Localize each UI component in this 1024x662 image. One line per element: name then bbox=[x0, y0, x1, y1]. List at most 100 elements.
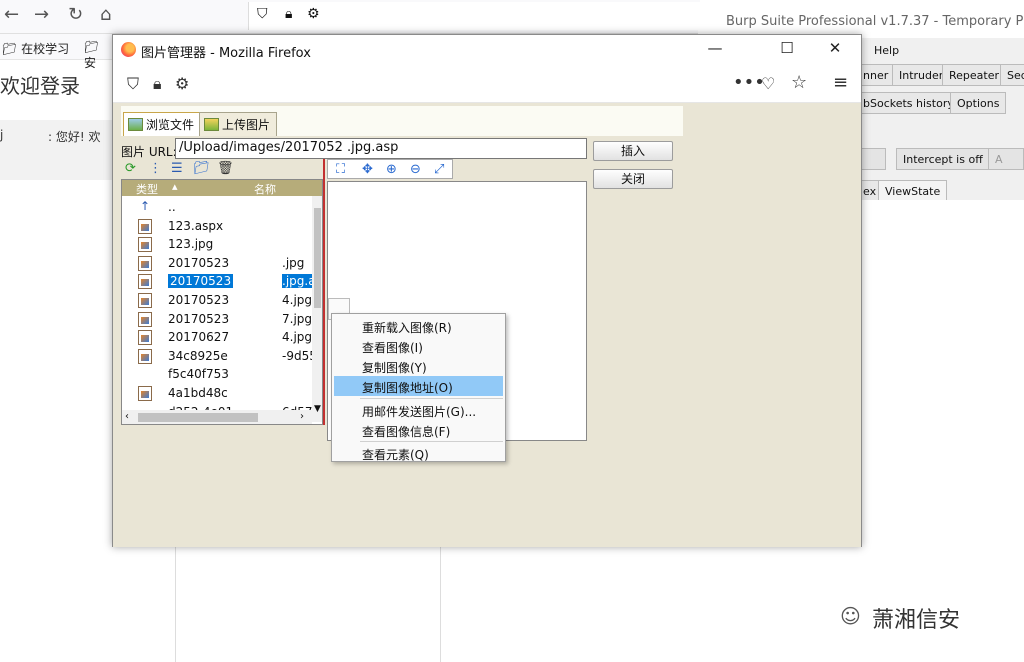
bookmark-item[interactable]: 📁︎ 在校学习 bbox=[2, 40, 69, 57]
file-icon bbox=[138, 274, 152, 290]
file-list-header: 类型 ▴ 名称 bbox=[122, 180, 322, 196]
file-list-row[interactable]: 123.jpg bbox=[122, 235, 312, 254]
zoom-out-icon[interactable]: ⊖ bbox=[410, 162, 421, 177]
file-list-row[interactable]: 20170523 .jpg.a bbox=[122, 272, 316, 291]
new-folder-icon[interactable]: 📁︎ bbox=[193, 161, 210, 176]
up-arrow-icon: ↑ bbox=[140, 199, 151, 213]
bookmarks-bar: 📁︎ 在校学习 📁︎ 安 bbox=[0, 34, 112, 70]
image-file-icon bbox=[138, 293, 152, 308]
watermark-text: 萧湘信安 bbox=[872, 608, 961, 633]
menu-copy-image[interactable]: 复制图像(Y) bbox=[334, 356, 503, 376]
delete-icon[interactable]: 🗑︎ bbox=[217, 161, 234, 176]
file-list-row[interactable]: 20170523 7.jpg bbox=[122, 310, 312, 329]
menu-view-image-info[interactable]: 查看图像信息(F) bbox=[334, 420, 503, 440]
file-list-row[interactable]: 20170627 4.jpg bbox=[122, 328, 312, 347]
file-name-suffix: .jpg bbox=[282, 255, 305, 270]
file-list-row[interactable]: 4a1bd48c bbox=[122, 384, 312, 403]
home-icon[interactable]: ⌂ bbox=[100, 4, 111, 25]
file-name: 123.aspx bbox=[168, 218, 224, 233]
list-view-icon[interactable]: ☰ bbox=[171, 161, 183, 176]
file-list-row[interactable]: 123.aspx bbox=[122, 217, 312, 236]
burp-subtab-viewstate[interactable]: ViewState bbox=[878, 180, 948, 202]
actual-size-icon[interactable]: ✥ bbox=[362, 162, 373, 177]
shield-icon[interactable]: ⛉ bbox=[127, 74, 139, 94]
scrollbar-thumb[interactable] bbox=[138, 413, 258, 422]
window-title: 图片管理器 - Mozilla Firefox bbox=[141, 46, 311, 61]
menu-icon[interactable]: ≡ bbox=[833, 72, 848, 93]
column-type[interactable]: 类型 bbox=[136, 181, 158, 197]
image-file-icon bbox=[138, 348, 152, 364]
lock-icon[interactable]: 🔒︎ bbox=[153, 74, 162, 94]
minimize-button[interactable]: — bbox=[693, 39, 737, 61]
tab-upload-images[interactable]: 上传图片 bbox=[199, 112, 278, 136]
file-list-row[interactable]: 20170523 .jpg bbox=[122, 254, 312, 273]
window-titlebar: 图片管理器 - Mozilla Firefox — ☐ ✕ bbox=[113, 35, 861, 65]
burp-tab-sequencer[interactable]: Seq bbox=[1000, 64, 1024, 86]
close-button[interactable]: 关闭 bbox=[593, 169, 673, 189]
file-list-row[interactable]: 34c8925e -9d55 bbox=[122, 347, 317, 366]
upload-image-icon bbox=[204, 118, 219, 131]
file-list[interactable]: 类型 ▴ 名称 ↑.. 123.aspx 123.jpg 20170523 .jpg 20… bbox=[121, 179, 323, 425]
close-window-button[interactable]: ✕ bbox=[813, 39, 857, 61]
menu-inspect-element[interactable]: 查看元素(Q) bbox=[334, 443, 503, 463]
background-url-bar[interactable]: ⛉ 🔒︎ ⚙ bbox=[248, 2, 700, 30]
intercept-toggle-button[interactable]: Intercept is off bbox=[896, 148, 990, 170]
image-url-label: 图片 URL: bbox=[121, 145, 177, 159]
fullscreen-icon[interactable]: ⤢ bbox=[434, 162, 444, 177]
file-name-suffix: .jpg.a bbox=[282, 274, 316, 289]
scrollbar-thumb[interactable] bbox=[314, 208, 321, 308]
tab-browse-files[interactable]: 浏览文件 bbox=[123, 112, 202, 136]
bookmark-star-icon[interactable]: ☆ bbox=[791, 72, 807, 93]
tab-bar: 浏览文件 上传图片 bbox=[121, 106, 683, 136]
file-name-suffix: 4.jpg bbox=[282, 330, 313, 345]
burp-action-button[interactable]: A bbox=[988, 148, 1024, 170]
burp-tab-websockets-history[interactable]: bSockets history bbox=[856, 92, 961, 114]
permissions-icon: ⚙ bbox=[307, 6, 320, 22]
image-url-input[interactable]: /Upload/images/2017052 .jpg.asp bbox=[175, 138, 587, 159]
maximize-button[interactable]: ☐ bbox=[765, 39, 809, 61]
insert-button[interactable]: 插入 bbox=[593, 141, 673, 161]
file-name: 20170523 bbox=[168, 293, 230, 307]
menu-email-image[interactable]: 用邮件发送图片(G)... bbox=[334, 400, 503, 420]
panel-divider[interactable] bbox=[323, 159, 325, 425]
sort-arrow-icon: ▴ bbox=[172, 180, 178, 193]
tab-label: 浏览文件 bbox=[146, 118, 195, 132]
reload-icon[interactable]: ↻ bbox=[68, 4, 83, 25]
burp-tab-repeater[interactable]: Repeater bbox=[942, 64, 1007, 86]
burp-menu-help[interactable]: Help bbox=[874, 44, 899, 57]
file-list-row[interactable]: 20170523 4.jpg bbox=[122, 291, 312, 310]
menu-copy-image-link[interactable]: 复制图像地址(O) bbox=[334, 376, 503, 396]
wechat-icon: ☺ bbox=[840, 604, 861, 628]
browse-images-icon bbox=[128, 118, 143, 131]
file-icon bbox=[138, 218, 152, 234]
refresh-icon[interactable]: ⟳ bbox=[125, 161, 136, 176]
tree-view-icon[interactable]: ⋮ bbox=[149, 161, 162, 176]
menu-reload-image[interactable]: 重新载入图像(R) bbox=[334, 316, 503, 336]
burp-window-title: Burp Suite Professional v1.7.37 - Tempor… bbox=[698, 4, 1024, 38]
preview-toolbar: ⛶ ✥ ⊕ ⊖ ⤢ bbox=[327, 159, 453, 179]
context-menu: 重新载入图像(R) 查看图像(I) 复制图像(Y) 复制图像地址(O) 用邮件发… bbox=[331, 313, 506, 462]
scroll-right-icon[interactable]: › bbox=[300, 411, 304, 422]
menu-separator bbox=[360, 398, 503, 399]
menu-view-image[interactable]: 查看图像(I) bbox=[334, 336, 503, 356]
lock-icon: 🔒︎ bbox=[285, 6, 293, 22]
burp-tab-options[interactable]: Options bbox=[950, 92, 1007, 114]
zoom-in-icon[interactable]: ⊕ bbox=[386, 162, 397, 177]
image-file-icon bbox=[138, 386, 152, 401]
pocket-icon[interactable]: ♡ bbox=[761, 74, 775, 93]
fit-icon[interactable]: ⛶ bbox=[336, 162, 345, 177]
burp-forward-button[interactable] bbox=[860, 148, 886, 170]
file-list-row[interactable]: f5c40f753 bbox=[122, 365, 312, 384]
forward-arrow-icon[interactable]: → bbox=[34, 4, 49, 25]
scroll-left-icon[interactable]: ‹ bbox=[125, 411, 129, 422]
scroll-down-icon[interactable]: ▼ bbox=[314, 404, 321, 414]
bookmark-item[interactable]: 📁︎ 安 bbox=[84, 40, 112, 71]
login-heading: 欢迎登录 bbox=[0, 74, 80, 98]
back-arrow-icon[interactable]: ← bbox=[4, 4, 19, 25]
file-name: f5c40f753 bbox=[168, 367, 229, 382]
column-name[interactable]: 名称 bbox=[254, 181, 276, 197]
burp-editor-area[interactable] bbox=[860, 200, 1024, 662]
file-list-row[interactable]: ↑.. bbox=[122, 198, 312, 217]
image-file-icon bbox=[138, 237, 152, 253]
permissions-icon[interactable]: ⚙ bbox=[175, 74, 189, 93]
